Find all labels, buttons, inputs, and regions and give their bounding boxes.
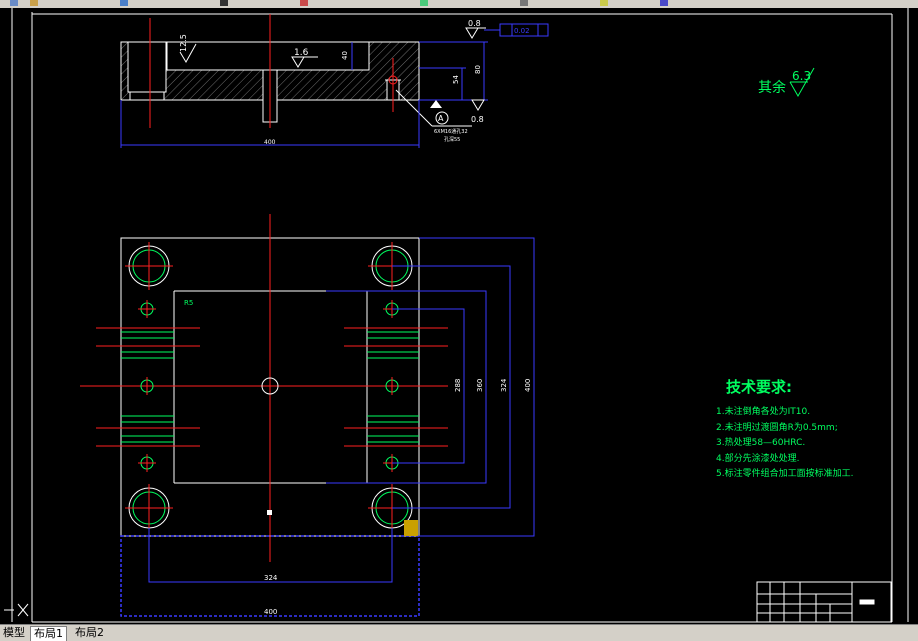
dim-overall-width: 400 xyxy=(264,139,276,146)
dim-324-bottom: 324 xyxy=(264,574,278,582)
dim-height-outer: 80 xyxy=(474,65,482,74)
tech-requirements: 技术要求: 1.未注倒角各处为IT10. 2.未注明过渡圆角R为0.5mm; 3… xyxy=(716,378,853,479)
dim-360: 360 xyxy=(476,379,484,392)
tech-req-item: 3.热处理58—60HRC. xyxy=(716,436,805,448)
tab-model[interactable]: 模型 xyxy=(0,626,28,640)
section-view: 12.5 1.6 40 54 80 0.8 0.02 0.8 A 6XM16通孔… xyxy=(120,14,549,148)
datum-label: A xyxy=(438,114,444,123)
slot-bands xyxy=(96,327,448,447)
toolbar-icon[interactable] xyxy=(420,0,428,6)
title-block xyxy=(756,581,892,623)
toolbar-icon[interactable] xyxy=(300,0,308,6)
dim-400-bottom: 400 xyxy=(264,608,277,616)
corner-bore[interactable] xyxy=(125,484,173,532)
layout-tabs: 模型 布局1 布局2 xyxy=(0,624,918,641)
dim-400-right: 400 xyxy=(524,379,532,392)
flatness-value: 0.02 xyxy=(514,27,530,35)
toolbar-icon[interactable] xyxy=(660,0,668,6)
drawing-canvas[interactable]: 12.5 1.6 40 54 80 0.8 0.02 0.8 A 6XM16通孔… xyxy=(0,8,918,624)
dim-288: 288 xyxy=(454,379,462,392)
tech-req-item: 4.部分先涂漆处处理. xyxy=(716,452,799,464)
ucs-icon xyxy=(4,603,29,617)
roughness-else: 其余 6.3 xyxy=(758,67,815,98)
tab-layout-1[interactable]: 布局1 xyxy=(30,626,67,641)
section-pocket xyxy=(166,41,370,71)
grip[interactable] xyxy=(267,510,272,515)
dim-height-inner: 54 xyxy=(452,75,460,84)
toolbar-icon[interactable] xyxy=(30,0,38,6)
corner-bore[interactable] xyxy=(125,242,173,290)
dim-pocket-depth: 40 xyxy=(341,51,349,60)
plan-view: R5 288 360 324 400 324 400 xyxy=(80,214,535,617)
thread-note-1: 6XM16通孔32 xyxy=(434,128,468,135)
ucs-marker[interactable] xyxy=(404,520,418,536)
tech-req-item: 5.标注零件组合加工面按标准加工. xyxy=(716,467,853,479)
tech-req-title: 技术要求: xyxy=(726,378,792,396)
roughness-top-value: 0.8 xyxy=(468,19,481,28)
toolbar-icon[interactable] xyxy=(600,0,608,6)
thread-note-2: 孔深55 xyxy=(444,136,460,143)
toolbar-icon[interactable] xyxy=(120,0,128,6)
toolbar-icon[interactable] xyxy=(520,0,528,6)
corner-radius-label: R5 xyxy=(184,299,193,307)
roughness-side-value: 12.5 xyxy=(179,34,188,52)
tech-req-item: 2.未注明过渡圆角R为0.5mm; xyxy=(716,421,838,433)
roughness-else-label: 其余 xyxy=(758,79,786,96)
roughness-else-value: 6.3 xyxy=(792,69,811,83)
toolbar-icon[interactable] xyxy=(10,0,18,6)
dim-324-right: 324 xyxy=(500,378,508,392)
tab-layout-2[interactable]: 布局2 xyxy=(72,626,107,640)
section-bore-left xyxy=(127,41,167,93)
section-bore-left-bottom xyxy=(129,91,165,101)
tech-req-item: 1.未注倒角各处为IT10. xyxy=(716,405,810,417)
toolbar-icon[interactable] xyxy=(220,0,228,6)
roughness-bottom-value: 0.8 xyxy=(471,115,484,124)
roughness-pocket-value: 1.6 xyxy=(294,48,309,58)
